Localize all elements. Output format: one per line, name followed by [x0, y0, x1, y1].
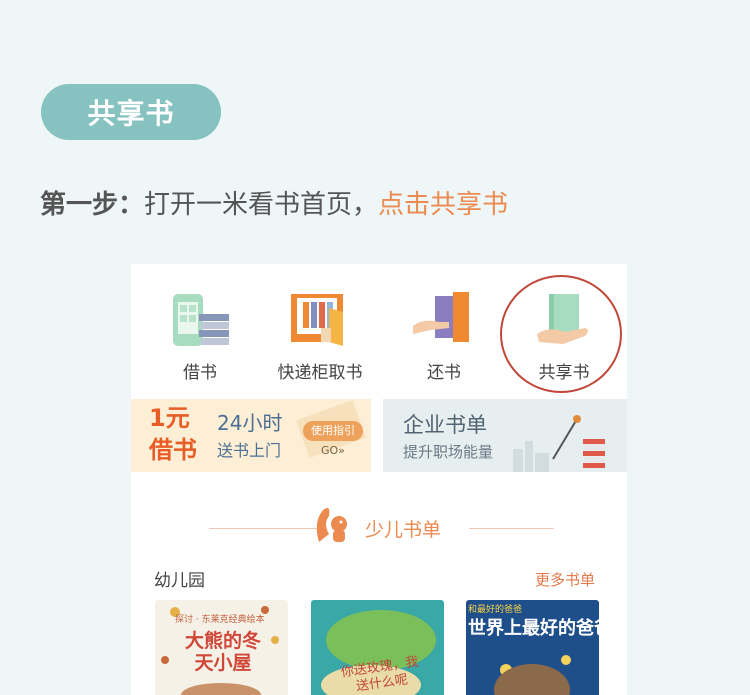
book-title: 世界上最好的爸爸: [468, 618, 599, 639]
book-cover[interactable]: 和最好的爸爸 世界上最好的爸爸: [466, 600, 599, 695]
step-instruction: 第一步：打开一米看书首页，点击共享书: [40, 184, 508, 221]
book-tag: 探讨 · 东莱克经典绘本: [175, 615, 265, 625]
category-title: 幼儿园: [154, 571, 205, 591]
step-highlight: 点击共享书: [378, 190, 509, 220]
quick-item-label: 快递柜取书: [277, 363, 363, 383]
shared-book-tag: 共享书: [41, 84, 221, 140]
return-book-icon: [409, 288, 479, 350]
guide-button[interactable]: 使用指引: [303, 421, 363, 441]
book-cover[interactable]: 探讨 · 东莱克经典绘本 大熊的冬天小屋: [155, 600, 288, 695]
phone-books-icon: [165, 288, 235, 350]
quick-item-label: 还书: [427, 363, 461, 383]
book-title: 大熊的冬天小屋: [184, 630, 261, 674]
quick-item-locker[interactable]: 快递柜取书: [260, 288, 380, 383]
more-booklists-link[interactable]: 更多书单: [535, 569, 595, 590]
go-link[interactable]: GO»: [321, 444, 345, 457]
step-prefix: 第一步：: [40, 190, 145, 220]
quick-icons-row: 借书 快递柜取书 还书 共享书: [131, 264, 627, 394]
book-cover[interactable]: 你送玫瑰，我送什么呢: [311, 600, 444, 695]
quick-item-borrow[interactable]: 借书: [140, 288, 260, 383]
highlight-circle: [500, 275, 622, 393]
app-screenshot: 借书 快递柜取书 还书 共享书 1元 借书 24小时 送书上门 使用指引 GO»…: [131, 264, 627, 695]
banner-enterprise[interactable]: 企业书单 提升职场能量: [383, 399, 627, 472]
banner2-title: 企业书单: [403, 413, 487, 437]
step-text: 打开一米看书首页，: [144, 190, 379, 220]
section-title: 少儿书单: [365, 519, 442, 541]
banner1-delivery: 送书上门: [217, 441, 282, 460]
banner2-subtitle: 提升职场能量: [403, 443, 494, 461]
banner1-hours: 24小时: [217, 411, 283, 435]
banner1-price: 1元: [149, 404, 190, 432]
divider-right: [469, 528, 554, 529]
quick-item-return[interactable]: 还书: [384, 288, 504, 383]
squirrel-icon: [316, 508, 347, 542]
quick-item-label: 借书: [183, 363, 217, 383]
banner1-borrow: 借书: [149, 436, 197, 464]
banner-delivery[interactable]: 1元 借书 24小时 送书上门 使用指引 GO»: [131, 399, 371, 472]
divider-left: [209, 528, 319, 529]
locker-icon: [285, 288, 355, 350]
kids-section-header: 少儿书单: [131, 502, 627, 552]
skyline-books-icon: [513, 415, 605, 472]
